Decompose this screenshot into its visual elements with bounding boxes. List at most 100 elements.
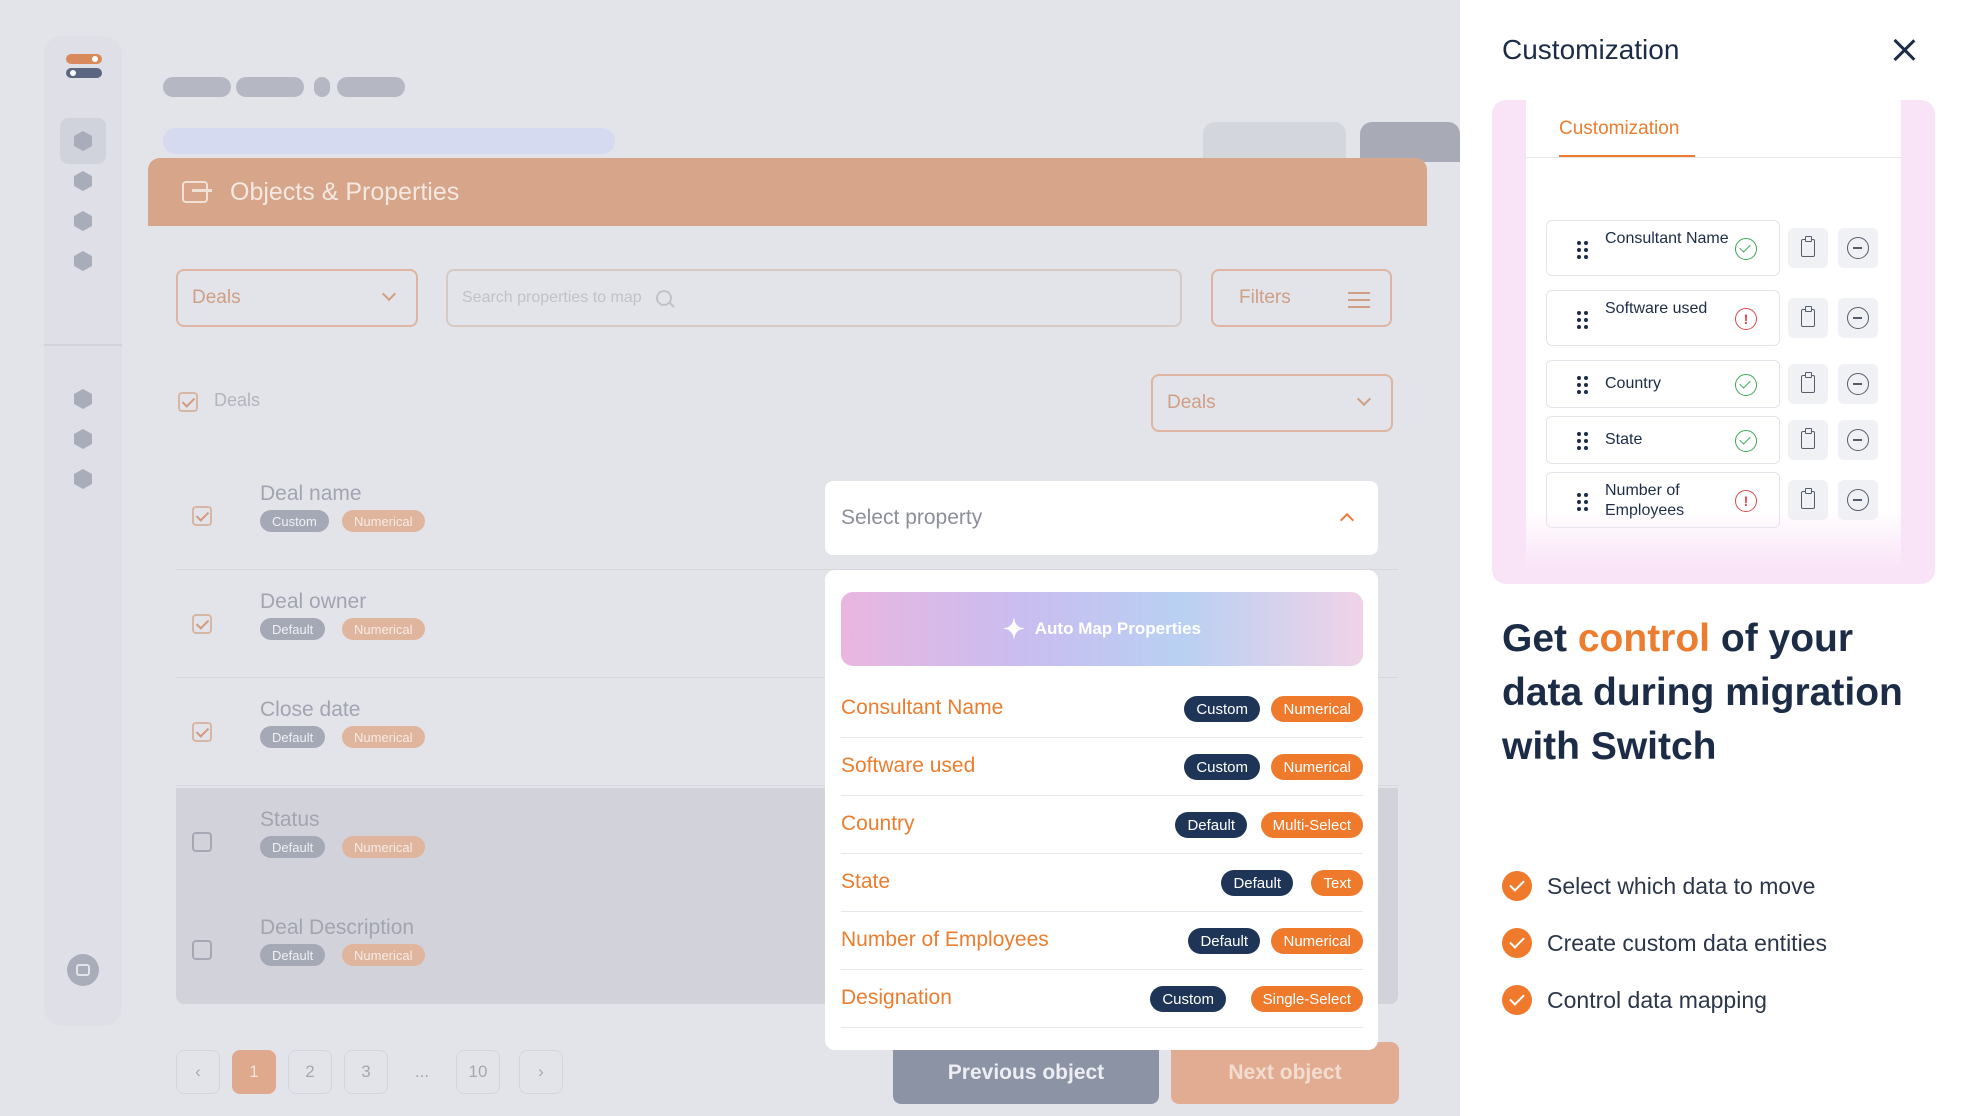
sidebar bbox=[44, 36, 122, 1026]
benefit-item: Select which data to move bbox=[1502, 868, 1815, 904]
row-tag-type: Default bbox=[260, 944, 326, 966]
copy-button[interactable] bbox=[1788, 298, 1828, 338]
minus-circle-icon bbox=[1847, 307, 1869, 329]
preview-item-row: Country bbox=[1546, 360, 1896, 408]
sidebar-nav-item-4[interactable] bbox=[60, 238, 106, 284]
select-all-checkbox[interactable] bbox=[178, 392, 198, 412]
minus-circle-icon bbox=[1847, 373, 1869, 395]
user-avatar[interactable] bbox=[67, 954, 99, 986]
preview-card: Customization Consultant Name Software u… bbox=[1526, 100, 1901, 570]
benefit-text: Control data mapping bbox=[1547, 986, 1767, 1013]
drag-handle-icon[interactable] bbox=[1577, 493, 1589, 511]
sidebar-divider bbox=[44, 344, 122, 346]
property-option[interactable]: Number of Employees Default Numerical bbox=[841, 912, 1363, 970]
hexagon-icon bbox=[74, 429, 92, 449]
property-tag-type: Default bbox=[1188, 928, 1260, 954]
sliders-icon bbox=[1348, 289, 1370, 311]
row-checkbox[interactable] bbox=[192, 832, 212, 852]
row-title: Close date bbox=[260, 698, 361, 721]
remove-button[interactable] bbox=[1838, 298, 1878, 338]
property-tag-type: Custom bbox=[1184, 754, 1260, 780]
property-option[interactable]: Consultant Name Custom Numerical bbox=[841, 680, 1363, 738]
benefit-text: Create custom data entities bbox=[1547, 929, 1827, 956]
breadcrumb-placeholder bbox=[163, 77, 231, 97]
preview-item-row: Consultant Name bbox=[1546, 220, 1896, 276]
row-checkbox[interactable] bbox=[192, 722, 212, 742]
copy-button[interactable] bbox=[1788, 364, 1828, 404]
preview-item[interactable]: Software used ! bbox=[1546, 290, 1780, 346]
object-select-value: Deals bbox=[192, 287, 241, 308]
drag-handle-icon[interactable] bbox=[1577, 241, 1589, 259]
clipboard-icon bbox=[1801, 372, 1815, 393]
customization-panel: Customization Customization Consultant N… bbox=[1460, 0, 1966, 1116]
pagination-ellipsis: ... bbox=[414, 1062, 430, 1081]
preview-item[interactable]: State bbox=[1546, 416, 1780, 464]
pagination-next[interactable]: › bbox=[519, 1050, 563, 1094]
benefit-item: Create custom data entities bbox=[1502, 925, 1827, 961]
object-select[interactable]: Deals bbox=[176, 269, 418, 327]
hexagon-icon bbox=[74, 251, 92, 271]
remove-button[interactable] bbox=[1838, 228, 1878, 268]
select-property-field[interactable]: Select property bbox=[825, 481, 1378, 555]
pagination-page[interactable]: 1 bbox=[232, 1050, 276, 1094]
preview-item[interactable]: Consultant Name bbox=[1546, 220, 1780, 276]
row-tag-type: Custom bbox=[260, 510, 329, 532]
property-option[interactable]: Designation Custom Single-Select bbox=[841, 970, 1363, 1028]
customization-preview: Customization Consultant Name Software u… bbox=[1492, 100, 1935, 584]
row-checkbox[interactable] bbox=[192, 506, 212, 526]
filters-button[interactable]: Filters bbox=[1211, 269, 1392, 327]
drag-handle-icon[interactable] bbox=[1577, 432, 1589, 450]
remove-button[interactable] bbox=[1838, 364, 1878, 404]
app-background: Objects & Properties Deals Search proper… bbox=[0, 0, 1460, 1116]
property-option[interactable]: State Default Text bbox=[841, 854, 1363, 912]
property-tag-format: Multi-Select bbox=[1260, 812, 1363, 838]
copy-button[interactable] bbox=[1788, 420, 1828, 460]
property-option-name: Consultant Name bbox=[841, 696, 1004, 719]
target-object-select[interactable]: Deals bbox=[1151, 374, 1393, 432]
preview-item-label: State bbox=[1605, 431, 1643, 448]
close-icon[interactable] bbox=[1892, 38, 1916, 62]
clipboard-icon bbox=[1801, 306, 1815, 327]
benefit-text: Select which data to move bbox=[1547, 872, 1816, 899]
row-checkbox[interactable] bbox=[192, 940, 212, 960]
row-tag-format: Numerical bbox=[342, 944, 425, 966]
hexagon-icon bbox=[74, 389, 92, 409]
check-circle-icon bbox=[1735, 430, 1757, 452]
copy-button[interactable] bbox=[1788, 228, 1828, 268]
pagination-prev[interactable]: ‹ bbox=[176, 1050, 220, 1094]
property-option[interactable]: Country Default Multi-Select bbox=[841, 796, 1363, 854]
chevron-down-icon bbox=[381, 286, 397, 302]
tab-customization[interactable]: Customization bbox=[1559, 118, 1679, 140]
property-dropdown: ✦ Auto Map Properties Consultant Name Cu… bbox=[825, 570, 1378, 1050]
minus-circle-icon bbox=[1847, 489, 1869, 511]
breadcrumb-placeholder bbox=[337, 77, 405, 97]
headline: Get control of your data during migratio… bbox=[1502, 612, 1922, 774]
pagination-page[interactable]: 2 bbox=[288, 1050, 332, 1094]
sidebar-nav-item-7[interactable] bbox=[60, 456, 106, 502]
clipboard-icon bbox=[1801, 428, 1815, 449]
row-checkbox[interactable] bbox=[192, 614, 212, 634]
row-tag-format: Numerical bbox=[342, 510, 425, 532]
remove-button[interactable] bbox=[1838, 420, 1878, 460]
pagination-page[interactable]: 10 bbox=[456, 1050, 500, 1094]
select-all-label: Deals bbox=[214, 390, 261, 410]
hexagon-icon bbox=[74, 211, 92, 231]
check-icon bbox=[1502, 871, 1532, 901]
property-option[interactable]: Software used Custom Numerical bbox=[841, 738, 1363, 796]
search-icon bbox=[655, 290, 672, 306]
drag-handle-icon[interactable] bbox=[1577, 376, 1589, 394]
row-title: Status bbox=[260, 808, 320, 831]
previous-object-button[interactable]: Previous object bbox=[893, 1042, 1159, 1104]
preview-item-row: Software used ! bbox=[1546, 290, 1896, 346]
property-option-name: Software used bbox=[841, 754, 976, 777]
hexagon-icon bbox=[74, 131, 92, 151]
property-tag-format: Numerical bbox=[1271, 754, 1363, 780]
clipboard-icon bbox=[1801, 488, 1815, 509]
pagination-page[interactable]: 3 bbox=[344, 1050, 388, 1094]
next-object-button[interactable]: Next object bbox=[1171, 1042, 1399, 1104]
check-circle-icon bbox=[1735, 374, 1757, 396]
preview-item[interactable]: Country bbox=[1546, 360, 1780, 408]
drag-handle-icon[interactable] bbox=[1577, 311, 1589, 329]
search-input[interactable]: Search properties to map bbox=[446, 269, 1182, 327]
auto-map-button[interactable]: ✦ Auto Map Properties bbox=[841, 592, 1363, 666]
